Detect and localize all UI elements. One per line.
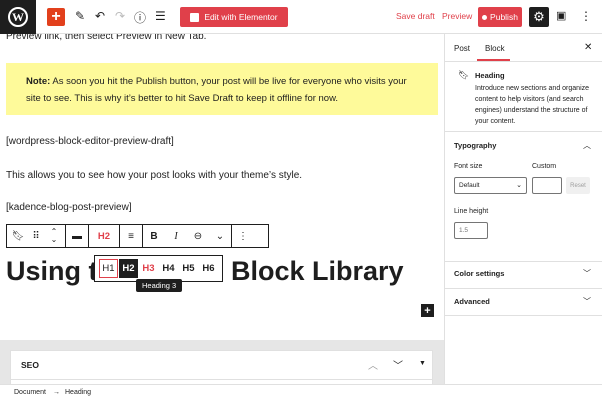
- align-wide-icon[interactable]: ▬: [66, 225, 88, 247]
- wordpress-logo-button[interactable]: W: [0, 0, 36, 34]
- reset-button[interactable]: Reset: [566, 177, 590, 194]
- block-toolbar-group-more: ⋮: [232, 225, 254, 247]
- breadcrumb-separator: →: [53, 389, 60, 396]
- sidebar-divider: [445, 131, 602, 132]
- settings-sidebar: Post Block ✕ 🔖︎ Heading Introduce new se…: [444, 34, 602, 384]
- font-size-value: Default: [459, 182, 480, 189]
- theme-style-paragraph[interactable]: This allows you to see how your post loo…: [6, 170, 302, 181]
- move-up-down-icon[interactable]: ⌃ ⌄: [43, 225, 65, 247]
- bookmark-icon: 🔖︎: [458, 70, 470, 80]
- elementor-icon: [190, 12, 200, 22]
- top-toolbar: W + ✎ ↶ ↷ ⓘ ☰ Edit with Elementor Save d…: [0, 0, 602, 34]
- inserter-plus-button[interactable]: +: [421, 304, 434, 317]
- sidebar-divider: [445, 261, 602, 262]
- block-editor: W + ✎ ↶ ↷ ⓘ ☰ Edit with Elementor Save d…: [0, 0, 602, 400]
- preview-button[interactable]: Preview: [442, 11, 472, 21]
- breadcrumb-heading[interactable]: Heading: [65, 389, 91, 396]
- block-card-description: Introduce new sections and organize cont…: [475, 85, 590, 125]
- block-card-title: Heading: [475, 71, 505, 80]
- chevron-down-icon[interactable]: ⌄: [209, 225, 231, 247]
- heading-level-h6[interactable]: H6: [199, 259, 218, 278]
- seo-panel: SEO ︿ ﹀ ▼: [10, 350, 433, 384]
- edit-with-elementor-button[interactable]: Edit with Elementor: [180, 7, 288, 27]
- block-toolbar-group-format: B I ⊖ ⌄: [143, 225, 232, 247]
- heading-level-button[interactable]: H2: [89, 225, 119, 247]
- tab-post[interactable]: Post: [454, 44, 470, 53]
- color-settings-panel-title[interactable]: Color settings: [454, 269, 504, 278]
- bookmark-icon[interactable]: 🔖︎: [7, 225, 29, 247]
- breadcrumb-document[interactable]: Document: [14, 389, 46, 396]
- chevron-down-icon[interactable]: ﹀: [583, 268, 591, 279]
- heading-level-h4[interactable]: H4: [159, 259, 178, 278]
- block-toolbar-group-move: 🔖︎ ⠿ ⌃ ⌄: [7, 225, 66, 247]
- publish-button[interactable]: Publish: [478, 7, 522, 27]
- undo-icon[interactable]: ↶: [95, 9, 105, 23]
- intro-paragraph[interactable]: Preview link, then select Preview in New…: [6, 34, 206, 42]
- move-down-icon[interactable]: ﹀: [393, 357, 403, 372]
- gear-icon: ⚙: [533, 9, 545, 24]
- seo-panel-divider: [11, 379, 432, 380]
- note-box[interactable]: Note: As soon you hit the Publish button…: [6, 63, 438, 115]
- close-icon[interactable]: ✕: [584, 42, 592, 53]
- heading-block-left[interactable]: Using t: [6, 256, 98, 287]
- font-size-label: Font size: [454, 163, 483, 170]
- breadcrumb: Document → Heading: [0, 384, 602, 400]
- advanced-panel-title[interactable]: Advanced: [454, 297, 490, 306]
- more-options-icon[interactable]: ⋮: [580, 9, 592, 23]
- typography-panel-title[interactable]: Typography: [454, 141, 496, 150]
- heading-level-h1[interactable]: H1: [99, 259, 118, 278]
- bold-icon[interactable]: B: [143, 225, 165, 247]
- sidebar-divider: [445, 315, 602, 316]
- chevron-down-icon: ⌄: [516, 182, 522, 189]
- shortcode-preview-draft[interactable]: [wordpress-block-editor-preview-draft]: [6, 136, 174, 147]
- heading-level-picker: H1 H2 H3 H4 H5 H6: [94, 255, 223, 282]
- publish-dot-icon: [482, 14, 488, 20]
- sidebar-divider: [445, 288, 602, 289]
- edit-with-elementor-label: Edit with Elementor: [204, 12, 278, 22]
- settings-button[interactable]: ⚙: [529, 7, 549, 27]
- custom-size-label: Custom: [532, 163, 557, 170]
- heading-level-h5[interactable]: H5: [179, 259, 198, 278]
- font-size-select[interactable]: Default ⌄: [454, 177, 527, 194]
- custom-size-input[interactable]: [532, 177, 562, 194]
- more-options-icon[interactable]: ⋮: [232, 225, 254, 247]
- heading-level-h3[interactable]: H3: [139, 259, 158, 278]
- publish-label: Publish: [490, 12, 518, 22]
- list-view-icon[interactable]: ☰: [155, 9, 166, 23]
- editor-canvas: Preview link, then select Preview in New…: [0, 34, 444, 384]
- block-toolbar-group-level: H2: [89, 225, 120, 247]
- add-block-button[interactable]: +: [47, 8, 65, 26]
- align-text-icon[interactable]: ≡: [120, 225, 142, 247]
- heading-block-right[interactable]: Block Library: [231, 256, 404, 287]
- redo-icon[interactable]: ↷: [115, 9, 125, 23]
- wordpress-logo-icon: W: [8, 7, 28, 27]
- block-toolbar-group-align: ≡: [120, 225, 143, 247]
- tab-block[interactable]: Block: [485, 44, 505, 53]
- active-tab-indicator: [477, 59, 510, 61]
- note-text: As soon you hit the Publish button, your…: [26, 76, 407, 104]
- move-up-icon[interactable]: ︿: [368, 357, 378, 372]
- toggle-panel-icon[interactable]: ▼: [419, 360, 426, 367]
- pencil-icon[interactable]: ✎: [75, 9, 85, 23]
- line-height-input[interactable]: 1.5: [454, 222, 488, 239]
- drag-handle-icon[interactable]: ⠿: [29, 225, 43, 247]
- elementor-panel-icon[interactable]: ▣: [556, 9, 566, 22]
- save-draft-button[interactable]: Save draft: [396, 11, 435, 21]
- italic-icon[interactable]: I: [165, 225, 187, 247]
- meta-boxes-area: SEO ︿ ﹀ ▼: [0, 340, 444, 384]
- sidebar-tabs: Post Block ✕: [445, 34, 602, 62]
- link-icon[interactable]: ⊖: [187, 225, 209, 247]
- seo-panel-title[interactable]: SEO: [21, 360, 39, 370]
- heading-level-h2[interactable]: H2: [119, 259, 138, 278]
- chevron-up-icon[interactable]: ︿: [583, 140, 591, 151]
- note-bold: Note:: [26, 76, 51, 87]
- chevron-down-icon[interactable]: ﹀: [583, 296, 591, 307]
- shortcode-blog-post-preview[interactable]: [kadence-blog-post-preview]: [6, 202, 132, 213]
- line-height-label: Line height: [454, 208, 489, 215]
- block-toolbar: 🔖︎ ⠿ ⌃ ⌄ ▬ H2 ≡ B I ⊖ ⌄ ⋮: [6, 224, 269, 248]
- heading-3-tooltip: Heading 3: [136, 279, 183, 292]
- info-icon[interactable]: ⓘ: [134, 9, 146, 26]
- block-toolbar-group-align-wide: ▬: [66, 225, 89, 247]
